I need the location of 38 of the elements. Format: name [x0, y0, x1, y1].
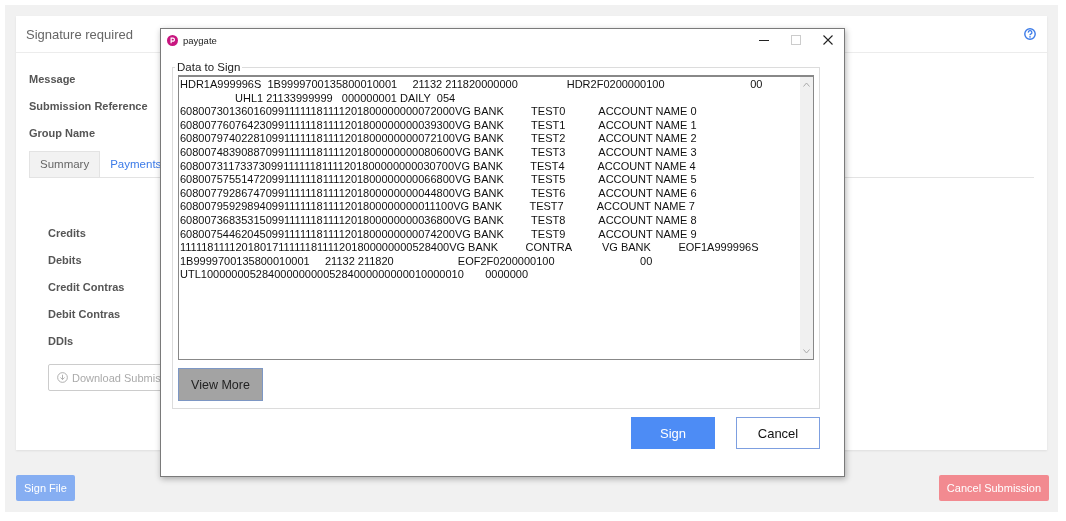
cancel-button[interactable]: Cancel — [736, 417, 820, 449]
data-line: 6080074839088709911111181111201800000000080600VG BANK TEST3 ACCOUNT NAME 3 — [180, 145, 697, 160]
data-line: 6080073117337309911111181111201800000000030700VG BANK TEST4 ACCOUNT NAME 4 — [180, 159, 696, 174]
tab[interactable]: Summary — [29, 151, 101, 177]
close-icon[interactable] — [823, 35, 833, 45]
data-line: 1B9999700135800010001 21132 211820 EOF2F0200000100 00 — [180, 254, 653, 269]
view-more-button[interactable]: View More — [178, 368, 263, 401]
data-text-field[interactable] — [178, 75, 814, 360]
help-icon[interactable] — [1024, 28, 1036, 40]
dialog-title: paygate — [183, 34, 217, 46]
app-logo-icon — [167, 34, 178, 46]
panel-title: Signature required — [26, 26, 133, 42]
summary-label: Debit Contras — [48, 307, 121, 321]
data-line: 6080079592989409911111181111201800000000011100VG BANK TEST7 ACCOUNT NAME 7 — [180, 200, 695, 214]
field-label: Message — [29, 72, 76, 86]
group-label: Data to Sign — [176, 61, 242, 73]
data-line: 6080077928674709911111181111201800000000044800VG BANK TEST6 ACCOUNT NAME 6 — [180, 186, 697, 201]
data-line: 6080077607642309911111181111201800000000039300VG BANK TEST1 ACCOUNT NAME 1 — [180, 118, 697, 133]
sign-file-button[interactable]: Sign File — [16, 475, 75, 501]
download-icon — [57, 372, 68, 383]
summary-label: Debits — [48, 253, 82, 267]
field-label: Group Name — [29, 126, 95, 140]
summary-label: Credit Contras — [48, 280, 125, 294]
data-line: 6080073013601609911111181111201800000000072000VG BANK TEST0 ACCOUNT NAME 0 — [180, 105, 697, 119]
summary-label: DDIs — [48, 334, 74, 348]
data-line: UHL1 21133999999 000000001 DAILY 054 — [234, 91, 456, 106]
maximize-icon — [791, 35, 801, 45]
data-line: 6080075755147209911111181111201800000000066800VG BANK TEST5 ACCOUNT NAME 5 — [180, 173, 697, 187]
sign-button[interactable]: Sign — [631, 417, 715, 449]
data-line: UTL1000000052840000000005284000000000010000010 0000000 — [180, 268, 529, 282]
data-line: 1111181111201801711111181111201800000000528400VG BANK CONTRA VG BANK EOF1A999996S — [180, 241, 759, 255]
cancel-submission-button[interactable]: Cancel Submission — [938, 475, 1049, 501]
field-label: Submission Reference — [29, 99, 148, 113]
data-line: 6080075446204509911111181111201800000000074200VG BANK TEST9 ACCOUNT NAME 9 — [180, 227, 697, 242]
summary-label: Credits — [48, 226, 86, 240]
data-line: 6080073683531509911111181111201800000000036800VG BANK TEST8 ACCOUNT NAME 8 — [180, 213, 697, 228]
data-line: HDR1A999996S 1B9999700135800010001 21132 211820000000 HDR2F0200000100 00 — [180, 78, 763, 92]
data-line: 6080079740228109911111181111201800000000072100VG BANK TEST2 ACCOUNT NAME 2 — [180, 132, 697, 146]
